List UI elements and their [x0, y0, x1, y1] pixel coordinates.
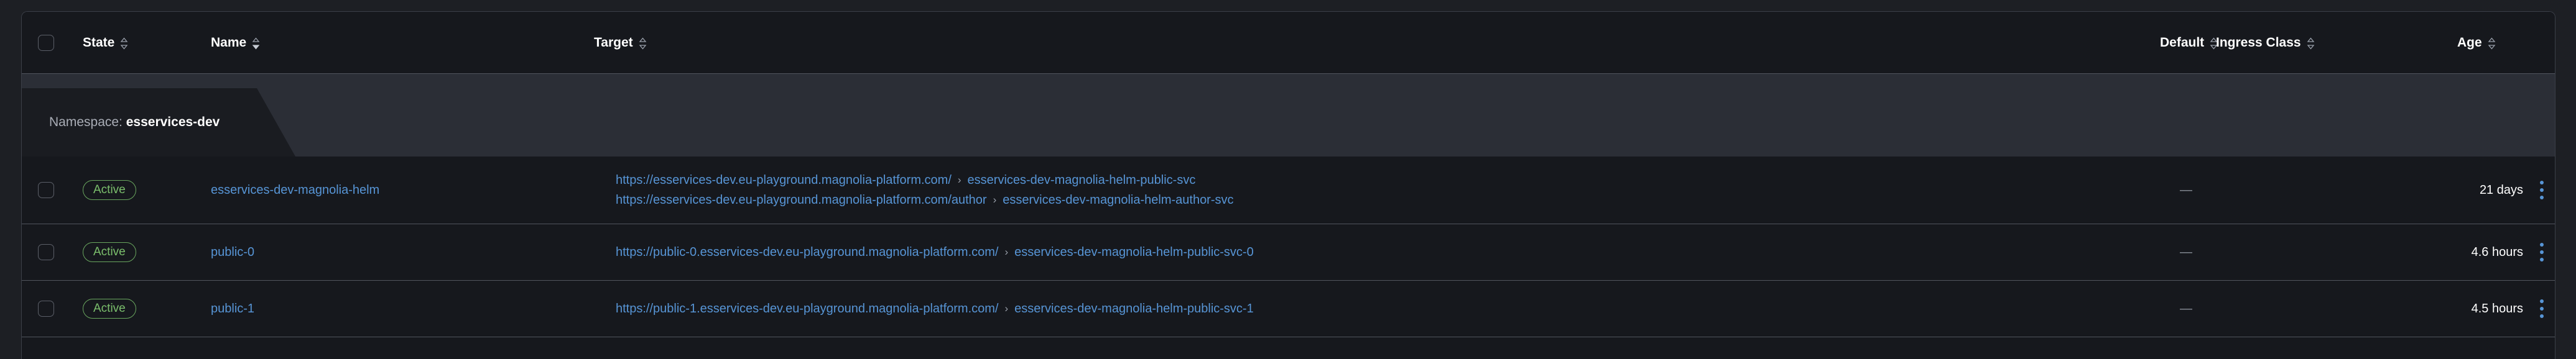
cell-default: — — [2180, 281, 2192, 337]
cell-name[interactable]: public-0 — [211, 224, 254, 280]
select-all-checkbox-cell[interactable] — [38, 12, 54, 73]
age-value: 4.5 hours — [2471, 301, 2523, 316]
target-url-link[interactable]: https://public-0.esservices-dev.eu-playg… — [616, 246, 998, 258]
target-entry: https://public-0.esservices-dev.eu-playg… — [616, 242, 1254, 262]
kebab-menu-icon[interactable] — [2540, 299, 2544, 318]
cell-default: — — [2180, 224, 2192, 280]
kebab-menu-icon[interactable] — [2540, 181, 2544, 199]
select-all-checkbox[interactable] — [38, 34, 54, 51]
table-header-row: State Name Target Default Ingress Class — [22, 12, 2555, 74]
column-header-name-label: Name — [211, 35, 247, 50]
row-checkbox[interactable] — [38, 301, 54, 317]
cell-row-actions[interactable] — [2528, 224, 2555, 280]
target-entry: https://public-1.esservices-dev.eu-playg… — [616, 299, 1254, 319]
cell-target: https://public-0.esservices-dev.eu-playg… — [616, 224, 1254, 280]
namespace-value: esservices-dev — [126, 115, 220, 129]
target-entry: https://esservices-dev.eu-playground.mag… — [616, 170, 1234, 190]
sort-toggle-icon[interactable] — [120, 37, 128, 50]
kebab-menu-icon[interactable] — [2540, 243, 2544, 261]
cell-target: https://public-1.esservices-dev.eu-playg… — [616, 281, 1254, 337]
row-checkbox-cell[interactable] — [38, 281, 54, 337]
column-header-target[interactable]: Target — [594, 12, 647, 73]
cell-ingress-class — [2216, 281, 2421, 337]
target-url-link[interactable]: https://esservices-dev.eu-playground.mag… — [616, 174, 952, 186]
target-service-link[interactable]: esservices-dev-magnolia-helm-public-svc — [968, 174, 1196, 186]
target-service-link[interactable]: esservices-dev-magnolia-helm-public-svc-… — [1014, 302, 1254, 315]
cell-target: https://esservices-dev.eu-playground.mag… — [616, 157, 1234, 224]
row-checkbox-cell[interactable] — [38, 157, 54, 224]
table-row[interactable]: Active public-1 https://public-1.esservi… — [22, 281, 2555, 337]
age-value: 4.6 hours — [2471, 245, 2523, 259]
column-header-ingress-class[interactable]: Ingress Class — [2216, 12, 2315, 73]
cell-name[interactable]: public-1 — [211, 281, 254, 337]
namespace-group-tab: Namespace: esservices-dev — [22, 88, 295, 157]
target-service-link[interactable]: esservices-dev-magnolia-helm-public-svc-… — [1014, 246, 1254, 258]
column-header-state[interactable]: State — [83, 12, 128, 73]
cell-age: 21 days — [2416, 157, 2523, 224]
namespace-group-row: Namespace: esservices-dev — [22, 74, 2555, 157]
chevron-right-icon: › — [957, 173, 961, 186]
default-value: — — [2180, 245, 2192, 259]
target-url-link[interactable]: https://public-1.esservices-dev.eu-playg… — [616, 302, 998, 315]
sort-toggle-icon[interactable] — [2488, 37, 2496, 50]
chevron-right-icon: › — [1004, 245, 1009, 258]
row-checkbox[interactable] — [38, 182, 54, 198]
column-header-age[interactable]: Age — [2457, 12, 2496, 73]
cell-name[interactable]: esservices-dev-magnolia-helm — [211, 157, 379, 224]
cell-age: 4.5 hours — [2416, 281, 2523, 337]
row-checkbox-cell[interactable] — [38, 224, 54, 280]
table-row[interactable]: Active public-0 https://public-0.esservi… — [22, 224, 2555, 281]
target-url-link[interactable]: https://esservices-dev.eu-playground.mag… — [616, 194, 987, 206]
cell-default: — — [2180, 157, 2192, 224]
sort-toggle-icon[interactable] — [252, 37, 260, 50]
age-value: 21 days — [2479, 183, 2523, 197]
column-header-age-label: Age — [2457, 35, 2482, 50]
status-badge: Active — [83, 180, 136, 200]
cell-row-actions[interactable] — [2528, 281, 2555, 337]
default-value: — — [2180, 183, 2192, 197]
namespace-label: Namespace: — [49, 115, 123, 129]
namespace-group-text: Namespace: esservices-dev — [22, 115, 220, 130]
cell-state: Active — [83, 224, 136, 280]
column-header-state-label: State — [83, 35, 115, 50]
sort-toggle-icon[interactable] — [2307, 37, 2315, 50]
cell-age: 4.6 hours — [2416, 224, 2523, 280]
cell-state: Active — [83, 157, 136, 224]
ingress-name-link[interactable]: public-1 — [211, 302, 254, 316]
column-header-ingress-class-label: Ingress Class — [2216, 35, 2301, 50]
column-header-name[interactable]: Name — [211, 12, 260, 73]
cell-state: Active — [83, 281, 136, 337]
chevron-right-icon: › — [993, 193, 997, 206]
ingress-name-link[interactable]: public-0 — [211, 245, 254, 260]
row-checkbox[interactable] — [38, 244, 54, 260]
column-header-default[interactable]: Default — [2160, 12, 2218, 73]
ingresses-table: State Name Target Default Ingress Class — [21, 11, 2555, 359]
target-entry: https://esservices-dev.eu-playground.mag… — [616, 190, 1234, 210]
chevron-right-icon: › — [1004, 302, 1009, 314]
column-header-default-label: Default — [2160, 35, 2205, 50]
cell-ingress-class — [2216, 224, 2421, 280]
default-value: — — [2180, 301, 2192, 316]
status-badge: Active — [83, 299, 136, 319]
target-service-link[interactable]: esservices-dev-magnolia-helm-author-svc — [1003, 194, 1233, 206]
cell-row-actions[interactable] — [2528, 157, 2555, 224]
ingress-name-link[interactable]: esservices-dev-magnolia-helm — [211, 183, 379, 198]
sort-toggle-icon[interactable] — [639, 37, 647, 50]
column-header-target-label: Target — [594, 35, 633, 50]
status-badge: Active — [83, 242, 136, 262]
cell-ingress-class — [2216, 157, 2421, 224]
table-row[interactable]: Active esservices-dev-magnolia-helm http… — [22, 157, 2555, 224]
